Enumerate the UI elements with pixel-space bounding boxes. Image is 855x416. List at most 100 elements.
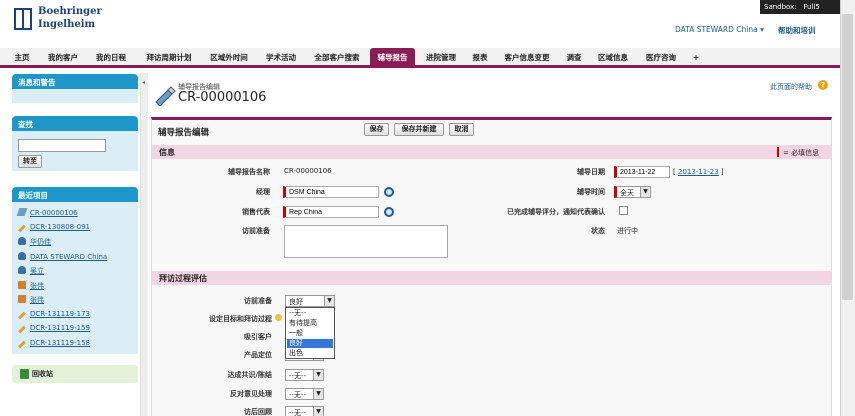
manager-lookup-icon[interactable] [384,187,394,197]
date-today-link[interactable]: 2013-11-23 [678,168,719,176]
tab-all-tabs[interactable]: + [688,48,704,68]
tab-territory-info[interactable]: 区域信息 [590,48,636,68]
form-title: 辅导报告编辑 [158,128,210,138]
tab-my-calendar[interactable]: 我的日程 [88,48,134,68]
recent-item[interactable]: 张伟 [18,295,44,307]
rep-input[interactable] [283,206,379,218]
sidebar-search-input[interactable] [18,139,106,152]
dropdown-option[interactable]: 出色 [287,349,333,358]
recent-item-label: DCR-131119-159 [30,324,90,332]
user-menu[interactable]: DATA STEWARD China ▾ [675,25,764,34]
tab-coaching-report[interactable]: 辅导报告 [370,48,415,68]
eval-rating-value: --无-- [289,391,307,399]
person-icon [18,237,26,245]
recent-item[interactable]: DCR-130808-091 [18,223,90,235]
eval-row-label: 反对意见处理 [230,390,272,398]
coaching-report-icon [155,86,176,106]
info-section-header: 信息 [152,145,831,159]
pencil-icon [18,325,26,334]
rep-label: 销售代表 [242,208,270,216]
sandbox-name: Full5 [803,3,820,11]
recent-item[interactable]: CR-00000106 [16,208,78,220]
date-input[interactable] [614,166,670,178]
tab-bar: 主页 我的客户 我的日程 拜访周期计划 区域外时间 学术活动 全部客户搜索 辅导… [0,48,840,68]
tab-time-off-territory[interactable]: 区域外时间 [202,48,256,68]
time-select-value: 全天 [620,189,634,197]
name-value: CR-00000106 [284,167,332,175]
recent-item[interactable]: 张伟 [18,280,44,293]
tab-call-cycle-plan[interactable]: 拜访周期计划 [137,48,201,68]
recent-item[interactable]: 华仍佳 [18,237,51,249]
rating-dropdown-list[interactable]: --无-- 有待提高 一般 良好 出色 [285,307,335,359]
tab-account-search[interactable]: 全部客户搜索 [306,48,368,68]
tab-reports[interactable]: 报表 [467,48,493,68]
sidebar-collapse-handle[interactable]: ◂ [140,73,148,416]
page-title: CR-00000106 [178,90,267,105]
eval-row-label: 访前准备 [244,297,272,305]
dropdown-option[interactable]: 一般 [287,329,333,338]
prep-label: 访前准备 [242,227,270,235]
recent-item[interactable]: DATA STEWARD China [18,251,108,264]
page-help-link[interactable]: 此页面的帮助 [770,82,812,92]
prep-rating-value: 良好 [289,298,303,306]
header: Boehringer Ingelheim Sandbox: Full5 DATA… [0,0,855,46]
help-training-link[interactable]: 帮助和培训 [778,25,816,36]
confirm-label: 已完成辅导评分，通知代表确认 [507,208,605,216]
info-section-title: 信息 [159,148,175,157]
tab-survey[interactable]: 调查 [561,48,587,68]
save-button[interactable]: 保存 [364,123,389,136]
prep-textarea[interactable] [284,225,448,258]
info-icon[interactable] [275,314,282,321]
dropdown-option[interactable]: 有待提高 [287,319,333,328]
required-note: = 必填信息 [783,149,820,157]
recycle-bin[interactable]: 回收站 [12,365,138,383]
required-marker-icon [777,147,779,157]
recycle-bin-label: 回收站 [32,370,53,378]
tab-hospital-access[interactable]: 进院管理 [418,48,464,68]
badge-icon [18,295,26,303]
status-label: 状态 [591,227,605,235]
recent-item[interactable]: DCR-131119-159 [18,324,90,336]
pencil-icon [18,224,26,232]
eval-section-header: 拜访过程评估 [152,271,831,285]
pencil-icon [18,340,26,348]
prep-rating-select[interactable]: 良好 ▼ [285,295,335,307]
status-value: 进行中 [617,227,638,235]
dropdown-option[interactable]: 良好 [287,339,333,348]
recycle-bin-icon [20,369,29,379]
dropdown-option[interactable]: --无-- [287,309,333,318]
recent-item[interactable]: DCR-131119-158 [18,339,90,351]
time-select[interactable]: 全天 ▼ [614,186,651,198]
recent-item-label: DCR-130808-091 [30,222,90,231]
go-button[interactable]: 转至 [18,155,42,168]
company-logo[interactable]: Boehringer Ingelheim [10,4,102,38]
rep-lookup-icon[interactable] [384,207,394,217]
help-icon[interactable]: ? [818,80,828,90]
scrollbar-thumb[interactable] [842,14,853,300]
recent-items-list: CR-00000106 DCR-130808-091 华仍佳 DATA STEWARD… [12,202,138,354]
tab-home[interactable]: 主页 [8,48,36,68]
eval-section-title: 拜访过程评估 [159,274,207,283]
tab-medical-events[interactable]: 学术活动 [258,48,304,68]
eval-rating-select[interactable]: --无-- ▼ [285,406,324,416]
eval-rating-select[interactable]: --无-- ▼ [285,369,324,381]
confirm-checkbox[interactable] [619,206,628,215]
eval-rating-value: --无-- [289,409,307,416]
recent-item[interactable]: DCR-131119-173 [18,310,90,322]
recent-item-label: DATA STEWARD China [30,252,108,261]
eval-rating-select[interactable]: --无-- ▼ [285,388,324,400]
recent-items-header: 最近项目 [12,187,138,202]
tab-my-accounts[interactable]: 我的客户 [40,48,86,68]
tab-data-change-request[interactable]: 客户信息变更 [496,48,558,68]
recent-item-label: 吴立 [30,267,44,275]
person-icon [18,251,26,260]
chevron-down-icon: ▼ [313,389,323,399]
logo-mark-icon [14,8,32,30]
search-header: 查找 [12,116,138,131]
chevron-down-icon: ▼ [324,296,334,306]
manager-input[interactable] [283,186,379,198]
cancel-button[interactable]: 取消 [449,123,474,136]
recent-item[interactable]: 吴立 [18,266,44,278]
tab-medical-inquiry[interactable]: 医疗咨询 [638,48,684,68]
save-and-new-button[interactable]: 保存并新建 [394,123,444,136]
